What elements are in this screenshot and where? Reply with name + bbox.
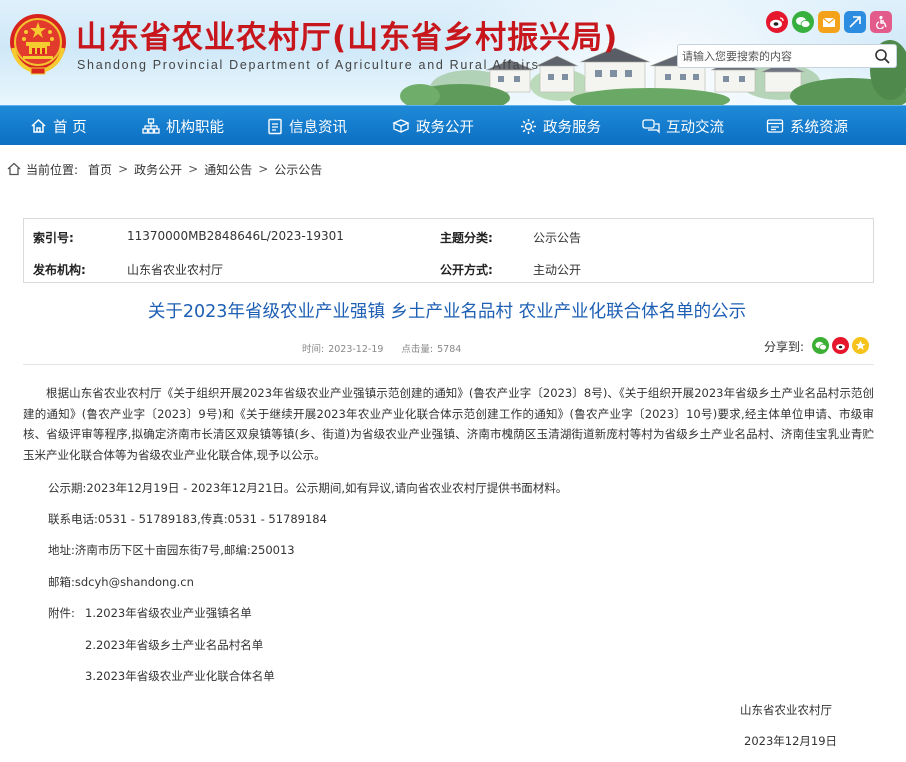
contact-address: 地址:济南市历下区十亩园东街7号,邮编:250013 <box>48 543 295 557</box>
publicity-period: 公示期:2023年12月19日 - 2023年12月21日。公示期间,如有异议,… <box>48 481 568 495</box>
attachment-link[interactable]: 2.2023年省级乡土产业名品村名单 <box>85 637 263 653</box>
breadcrumb-separator: > <box>188 162 199 176</box>
contact-phone: 联系电话:0531 - 51789183,传真:0531 - 51789184 <box>48 512 327 526</box>
time-value: 2023-12-19 <box>328 344 384 355</box>
site-subtitle: Shandong Provincial Department of Agricu… <box>77 58 540 72</box>
nav-item-label: 政务服务 <box>543 119 601 136</box>
document-metadata-table: 索引号: 11370000MB2848646L/2023-19301 主题分类:… <box>23 218 874 283</box>
system-icon <box>766 119 784 133</box>
nav-item-system[interactable]: 系统资源 <box>766 106 848 146</box>
org-icon <box>142 118 160 134</box>
signature-org: 山东省农业农村厅 <box>740 703 832 717</box>
attachment-link[interactable]: 3.2023年省级农业产业化联合体名单 <box>85 668 275 684</box>
method-value: 主动公开 <box>533 263 582 277</box>
nav-item-label: 信息资讯 <box>289 119 347 136</box>
site-title: 山东省农业农村厅(山东省乡村振兴局) <box>76 20 619 56</box>
breadcrumb-separator: > <box>118 162 129 176</box>
contact-email: 邮箱:sdcyh@shandong.cn <box>48 575 194 589</box>
document-icon <box>268 118 282 134</box>
gear-icon <box>521 118 536 134</box>
favorite-icon[interactable] <box>852 337 869 354</box>
publisher-label: 发布机构: <box>33 263 86 277</box>
nav-item-gov-open[interactable]: 政务公开 <box>392 106 474 146</box>
topic-value: 公示公告 <box>533 231 582 245</box>
search-icon[interactable] <box>874 48 891 65</box>
national-emblem-icon <box>10 14 66 75</box>
box-icon <box>392 119 410 133</box>
breadcrumb: 当前位置: 首页 > 政务公开 > 通知公告 > 公示公告 <box>6 160 322 178</box>
nav-item-gov-service[interactable]: 政务服务 <box>520 106 601 146</box>
method-label: 公开方式: <box>440 263 493 277</box>
time-label: 时间: <box>302 344 325 355</box>
weibo-icon[interactable] <box>766 11 788 33</box>
breadcrumb-prefix: 当前位置: <box>26 162 79 177</box>
header-social-icons <box>766 11 892 33</box>
article-paragraph: 根据山东省农业农村厅《关于组织开展2023年省级农业产业强镇示范创建的通知》(鲁… <box>23 386 874 462</box>
article-title: 关于2023年省级农业产业强镇 乡土产业名品村 农业产业化联合体名单的公示 <box>147 302 747 322</box>
breadcrumb-notices[interactable]: 通知公告 <box>204 161 252 178</box>
publisher-value: 山东省农业农村厅 <box>127 263 224 277</box>
nav-item-label: 首 页 <box>53 119 87 136</box>
article-info: 时间: 2023-12-19 点击量: 5784 <box>302 341 465 355</box>
topic-label: 主题分类: <box>440 231 493 245</box>
article-body: 根据山东省农业农村厅《关于组织开展2023年省级农业产业强镇示范创建的通知》(鲁… <box>23 383 874 465</box>
search-box <box>677 44 897 68</box>
index-value: 11370000MB2848646L/2023-19301 <box>127 229 344 243</box>
clicks-label: 点击量: <box>401 344 434 355</box>
signature-date: 2023年12月19日 <box>744 734 838 748</box>
attachments-label: 附件: <box>48 606 75 620</box>
wechat-icon[interactable] <box>812 337 829 354</box>
nav-item-home[interactable]: 首 页 <box>30 106 87 146</box>
nav-item-info[interactable]: 信息资讯 <box>267 106 347 146</box>
share-icons <box>812 337 869 354</box>
attachment-link[interactable]: 1.2023年省级农业产业强镇名单 <box>85 605 252 621</box>
main-nav: 首 页 机构职能 信息资讯 政务公开 政务服务 互动交流 系统资源 <box>0 105 906 145</box>
elder-mode-icon[interactable] <box>844 11 866 33</box>
accessibility-icon[interactable] <box>870 11 892 33</box>
chat-icon <box>642 119 660 134</box>
nav-item-label: 系统资源 <box>790 119 848 136</box>
breadcrumb-announcements[interactable]: 公示公告 <box>274 161 322 178</box>
breadcrumb-separator: > <box>258 162 269 176</box>
home-icon <box>31 118 46 133</box>
share-label: 分享到: <box>764 340 805 354</box>
wechat-icon[interactable] <box>792 11 814 33</box>
nav-item-interaction[interactable]: 互动交流 <box>642 106 724 146</box>
index-label: 索引号: <box>33 231 74 245</box>
mail-icon[interactable] <box>818 11 840 33</box>
weibo-icon[interactable] <box>832 337 849 354</box>
nav-item-label: 互动交流 <box>666 119 724 136</box>
home-icon <box>7 162 21 176</box>
nav-item-label: 机构职能 <box>166 119 224 136</box>
clicks-value: 5784 <box>437 344 462 355</box>
nav-item-org[interactable]: 机构职能 <box>142 106 224 146</box>
nav-item-label: 政务公开 <box>416 119 474 136</box>
search-input[interactable] <box>682 47 868 65</box>
site-header: 山东省农业农村厅(山东省乡村振兴局) Shandong Provincial D… <box>0 0 906 105</box>
article-divider <box>23 364 874 365</box>
breadcrumb-home[interactable]: 首页 <box>88 161 112 178</box>
breadcrumb-gov-open[interactable]: 政务公开 <box>134 161 182 178</box>
